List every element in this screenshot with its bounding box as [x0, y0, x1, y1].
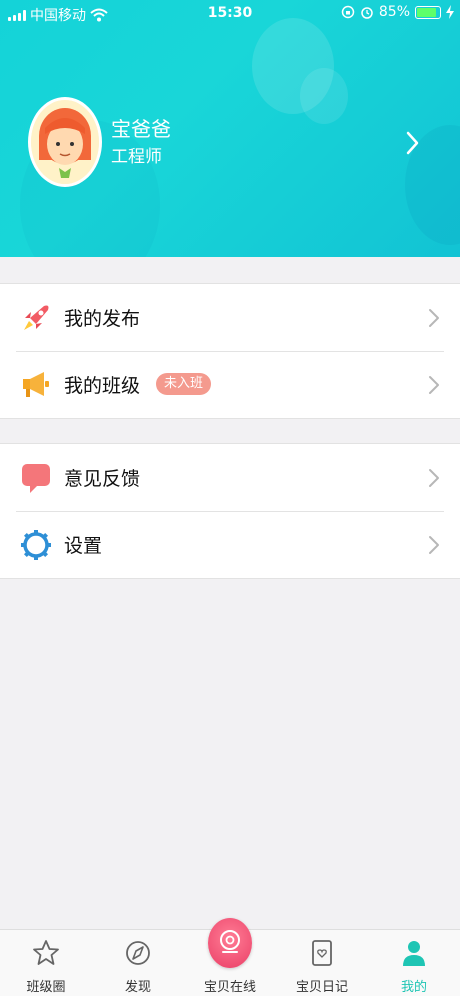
menu-item-settings[interactable]: 设置	[0, 511, 460, 578]
tab-label: 班级圈	[26, 980, 66, 995]
tab-class-circle[interactable]: 班级圈	[0, 930, 92, 996]
profile-header: 中国移动 15:30 85% 宝爸爸 工程师	[0, 0, 460, 257]
tab-label: 宝贝在线	[203, 980, 256, 995]
status-right: 85%	[341, 4, 454, 20]
tab-label: 我的	[400, 980, 427, 995]
status-bar: 中国移动 15:30 85%	[0, 0, 460, 28]
chevron-right-icon	[429, 469, 439, 487]
tab-baby-diary[interactable]: 宝贝日记	[276, 930, 368, 996]
tab-label: 发现	[124, 980, 151, 995]
star-icon	[33, 940, 59, 965]
battery-percent: 85%	[378, 4, 410, 20]
menu-item-label: 我的班级	[64, 375, 141, 397]
diary-icon	[312, 940, 332, 966]
tab-mine[interactable]: 我的	[368, 930, 460, 996]
rocket-icon	[24, 305, 49, 330]
menu-item-label: 我的发布	[64, 308, 141, 330]
charging-icon	[446, 5, 454, 19]
alarm-icon	[361, 7, 373, 19]
bottom-tab-bar: 班级圈 发现 宝贝在线 宝贝日记 我的	[0, 918, 460, 996]
menu-group-1: 我的发布 我的班级 未入班	[0, 283, 460, 419]
baby-online-button[interactable]	[208, 918, 252, 968]
megaphone-icon	[23, 372, 49, 397]
tab-baby-online[interactable]: 宝贝在线	[184, 918, 276, 996]
profile-name: 宝爸爸	[111, 117, 171, 141]
menu-item-my-class[interactable]: 我的班级 未入班	[0, 351, 460, 418]
chevron-right-icon	[429, 536, 439, 554]
menu-item-label: 设置	[64, 535, 103, 557]
menu-item-my-posts[interactable]: 我的发布	[0, 284, 460, 351]
not-joined-badge: 未入班	[156, 373, 212, 395]
camera-icon	[220, 930, 240, 953]
chevron-right-icon	[429, 376, 439, 394]
decor-bubble	[300, 68, 348, 124]
rotation-lock-icon	[341, 5, 355, 19]
profile-chevron-right-icon[interactable]	[401, 130, 423, 156]
avatar[interactable]	[28, 97, 102, 187]
chat-bubble-icon	[22, 464, 50, 493]
person-icon	[403, 941, 425, 966]
menu-group-2: 意见反馈 设置	[0, 443, 460, 579]
battery-icon	[415, 5, 441, 19]
compass-icon	[126, 941, 150, 965]
menu-item-feedback[interactable]: 意见反馈	[0, 444, 460, 511]
profile-title: 工程师	[111, 147, 162, 167]
tab-label: 宝贝日记	[295, 980, 348, 995]
gear-icon	[21, 530, 51, 560]
avatar-illustration	[31, 100, 99, 184]
menu-item-label: 意见反馈	[64, 468, 141, 490]
chevron-right-icon	[429, 309, 439, 327]
tab-discover[interactable]: 发现	[92, 930, 184, 996]
